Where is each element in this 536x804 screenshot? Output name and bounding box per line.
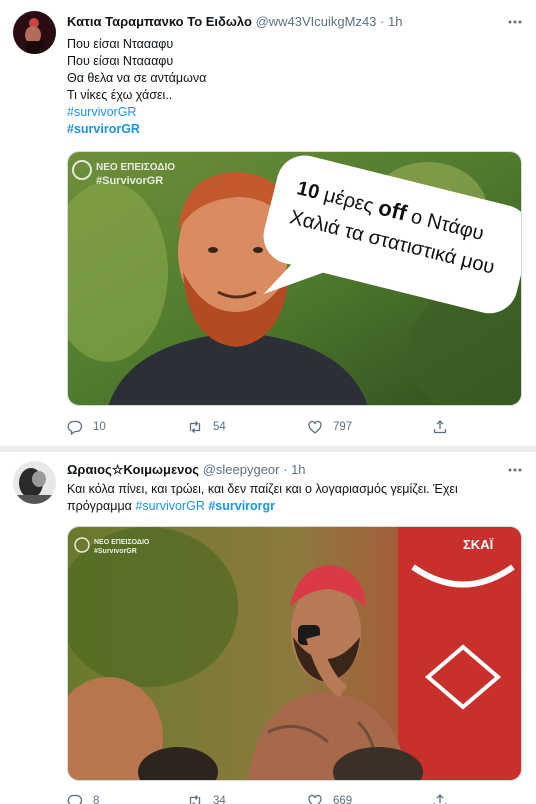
hashtag-link-bold[interactable]: #survirorGR	[67, 121, 522, 138]
tweet-2[interactable]: Ωραιος☆Κοιμωμενος @sleepygeor · 1h Και κ…	[0, 452, 536, 804]
author-handle[interactable]: @sleepygeor	[203, 462, 280, 477]
like-count: 669	[333, 795, 353, 804]
tweet-image[interactable]: ΝΕΟ ΕΠΕΙΣΟΔΙΟ #SurvivorGR 10 μέρες off ο…	[67, 151, 522, 406]
reply-icon	[67, 420, 83, 435]
like-count: 797	[333, 421, 353, 433]
text-line: Που είσαι Νταααφυ	[67, 54, 174, 68]
tweet-1[interactable]: Κατια Ταραμπανκο Το Ειδωλο @ww43VIcuikgM…	[0, 0, 536, 446]
author-handle[interactable]: @ww43VIcuikgMz43	[256, 14, 377, 29]
reply-count: 10	[93, 421, 106, 433]
text-line: Τι νίκες έχω χάσει..	[67, 88, 173, 102]
text-line: Που είσαι Νταααφυ	[67, 37, 174, 51]
overlay-hashtag: #SurvivorGR	[96, 175, 163, 187]
retweet-icon	[189, 795, 201, 804]
share-icon	[433, 794, 447, 804]
separator-dot: ·	[380, 14, 385, 29]
reply-button[interactable]: 10	[67, 418, 106, 436]
hashtag-link[interactable]: #survivorGR	[135, 499, 204, 513]
tweet-header: Κατια Ταραμπανκο Το Ειδωλο @ww43VIcuikgM…	[67, 13, 496, 31]
like-button[interactable]: 669	[307, 792, 352, 804]
retweet-button[interactable]: 34	[187, 792, 226, 804]
tweet-image[interactable]: ΣΚΑΪ ΝΕΟ ΕΠΕΙΣΟΔΙΟ #SurvivorGR	[67, 526, 522, 781]
author-name[interactable]: Κατια Ταραμπανκο Το Ειδωλο	[67, 14, 252, 29]
channel-logo: ΣΚΑΪ	[463, 537, 494, 552]
retweet-button[interactable]: 54	[187, 418, 226, 436]
tweet-text: Και κόλα πίνει, και τρώει, και δεν παίζε…	[67, 481, 522, 515]
share-button[interactable]	[432, 418, 458, 436]
tweet-time[interactable]: 1h	[388, 14, 402, 29]
separator-dot: ·	[283, 462, 288, 477]
more-icon[interactable]	[506, 461, 524, 479]
reply-icon	[67, 794, 83, 804]
retweet-count: 34	[213, 795, 226, 804]
tweet-text: Που είσαι Νταααφυ Που είσαι Νταααφυ Θα θ…	[67, 36, 522, 138]
text-line: Και κόλα πίνει, και τρώει, και δεν παίζε…	[67, 482, 458, 496]
retweet-count: 54	[213, 421, 226, 433]
reply-count: 8	[93, 795, 100, 804]
like-icon	[308, 794, 322, 804]
tweet-actions: 10 54 797	[67, 418, 467, 436]
retweet-icon	[189, 421, 201, 433]
reply-button[interactable]: 8	[67, 792, 99, 804]
overlay-episode: ΝΕΟ ΕΠΕΙΣΟΔΙΟ	[96, 162, 175, 173]
text-prefix: πρόγραμμα	[67, 499, 132, 513]
text-line: πρόγραμμα #survivorGR #survirorgr	[67, 498, 522, 515]
like-button[interactable]: 797	[307, 418, 352, 436]
overlay-hashtag: #SurvivorGR	[94, 548, 137, 555]
tweet-actions: 8 34 669	[67, 792, 467, 804]
avatar[interactable]	[13, 11, 56, 54]
hashtag-link[interactable]: #survivorGR	[67, 104, 522, 121]
author-name[interactable]: Ωραιος☆Κοιμωμενος	[67, 462, 199, 477]
text-line: Θα θελα να σε αντάμωνα	[67, 71, 207, 85]
more-icon[interactable]	[506, 13, 524, 31]
avatar[interactable]	[13, 461, 56, 504]
share-button[interactable]	[432, 792, 458, 804]
tweet-header: Ωραιος☆Κοιμωμενος @sleepygeor · 1h	[67, 461, 496, 479]
like-icon	[308, 420, 322, 434]
overlay-episode: ΝΕΟ ΕΠΕΙΣΟΔΙΟ	[94, 539, 150, 546]
hashtag-link-bold[interactable]: #survirorgr	[208, 499, 275, 513]
tweet-time[interactable]: 1h	[291, 462, 305, 477]
share-icon	[433, 420, 447, 434]
